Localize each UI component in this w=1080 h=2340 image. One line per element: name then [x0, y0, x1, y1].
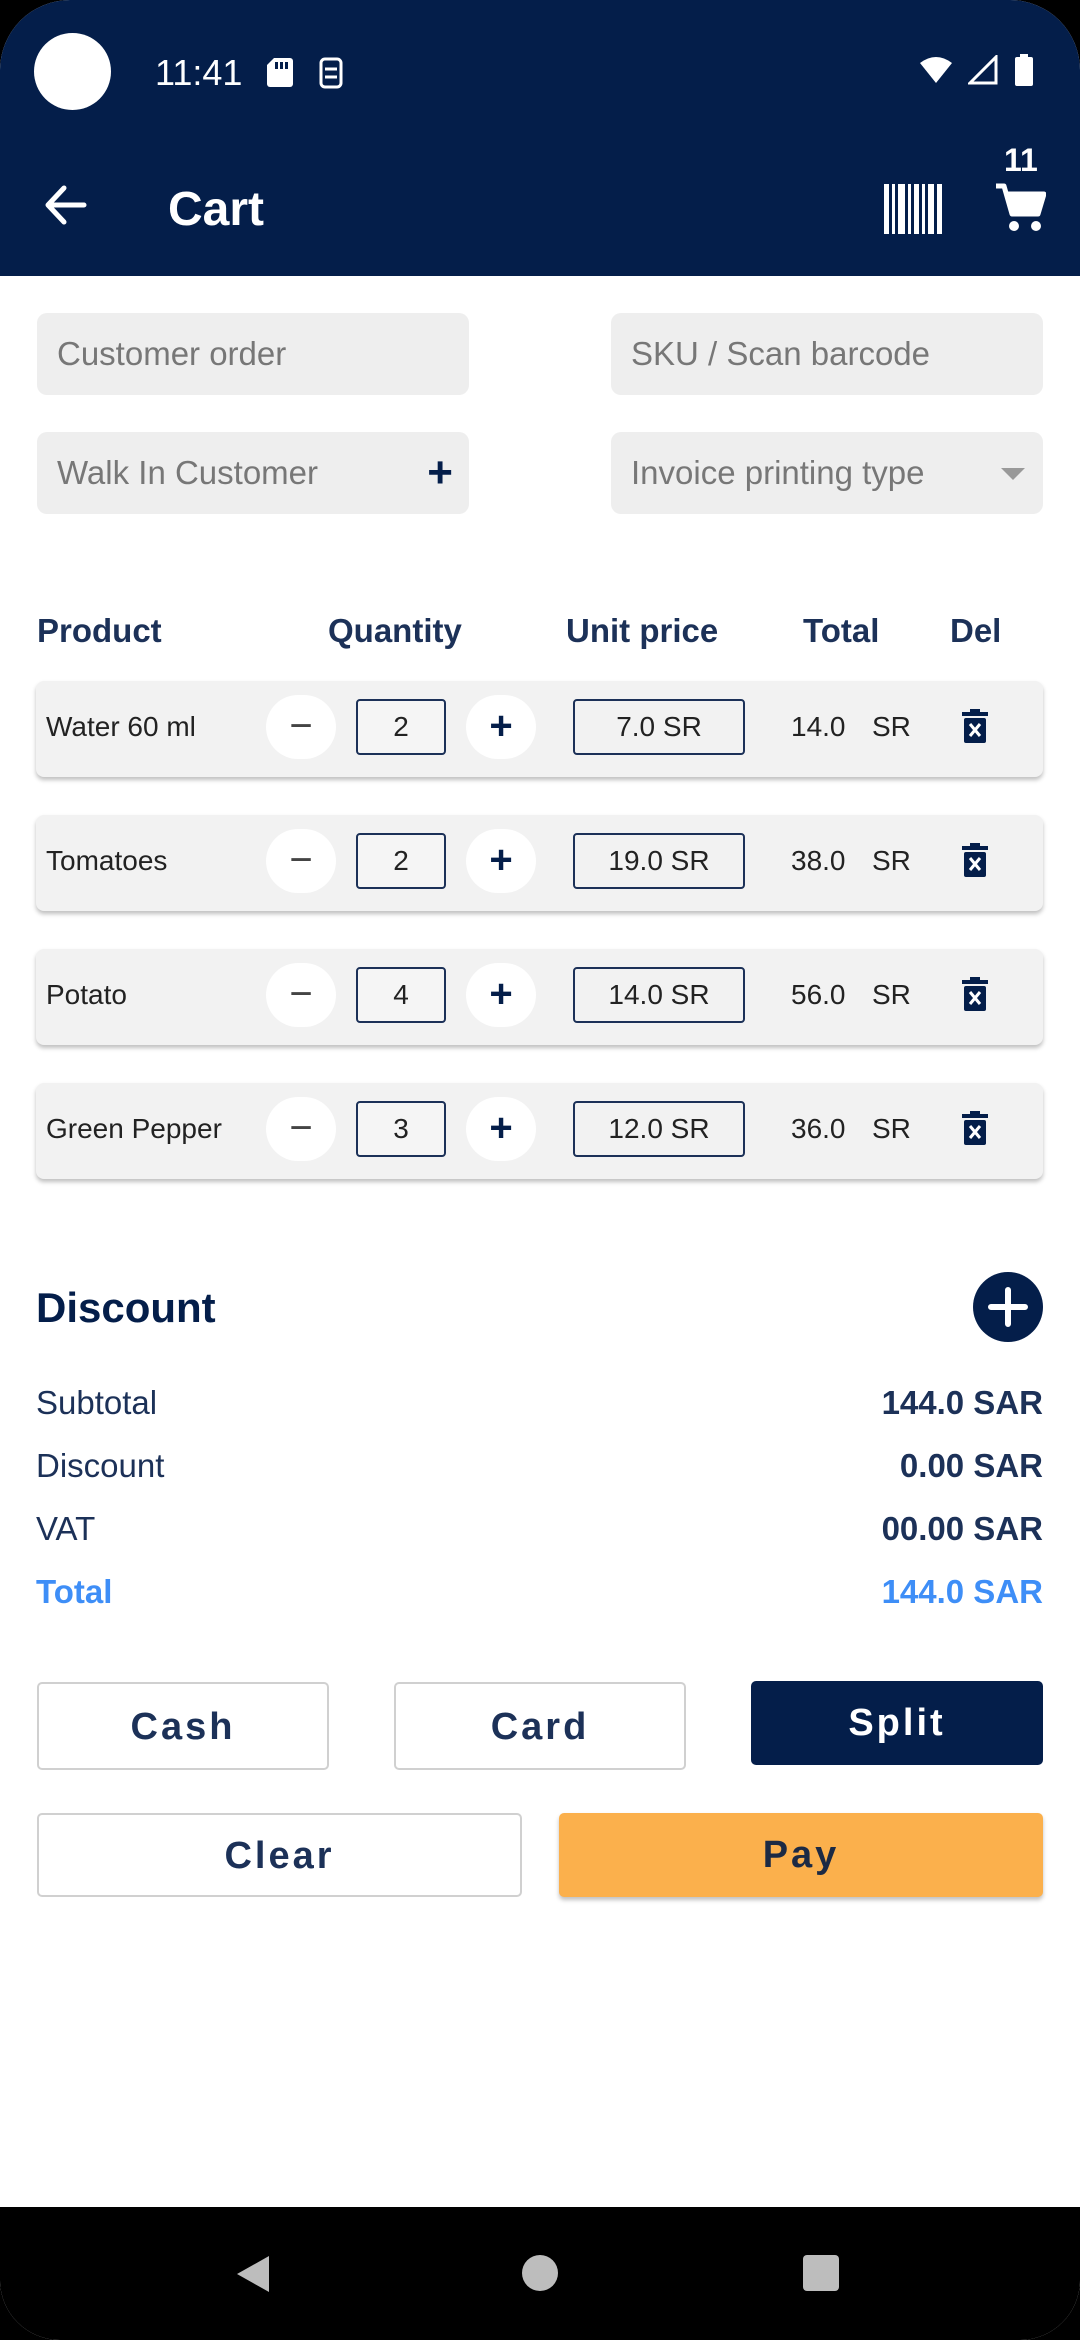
subtotal-label: Subtotal [36, 1384, 158, 1421]
barcode-scan-icon[interactable] [884, 184, 942, 234]
page-title: Cart [168, 183, 265, 236]
decrease-quantity-button[interactable]: − [266, 963, 336, 1027]
decrease-quantity-button[interactable]: − [266, 695, 336, 759]
camera-cutout [34, 33, 111, 110]
wifi-icon [920, 57, 952, 83]
line-currency: SR [872, 1113, 911, 1144]
discount-heading: Discount [36, 1284, 216, 1331]
quantity-field[interactable]: 2 [356, 833, 446, 889]
nav-recents-icon[interactable] [803, 2255, 839, 2291]
nav-home-icon[interactable] [522, 2255, 558, 2291]
subtotal-value: 144.0 SAR [881, 1384, 1043, 1421]
increase-quantity-button[interactable]: + [466, 829, 536, 893]
sync-icon [319, 57, 343, 89]
nav-back-icon[interactable] [237, 2256, 269, 2292]
signal-icon [968, 55, 998, 85]
table-row: Tomatoes − 2 + 19.0 SR 38.0 SR [36, 815, 1043, 911]
delete-trash-icon[interactable] [962, 843, 988, 877]
battery-icon [1015, 54, 1033, 86]
line-total: 38.0 [791, 845, 846, 876]
table-row: Water 60 ml − 2 + 7.0 SR 14.0 SR [36, 681, 1043, 777]
customer-value: Walk In Customer [57, 454, 319, 491]
column-header-unit-price: Unit price [566, 612, 719, 649]
cart-count-badge: 11 [1004, 142, 1038, 178]
status-icons [918, 54, 1034, 86]
line-total: 36.0 [791, 1113, 846, 1144]
line-total: 14.0 [791, 711, 846, 742]
phone-screen: 11:41 Cart 11 Customer order SKU / Scan … [0, 0, 1080, 2340]
delete-trash-icon[interactable] [962, 1111, 988, 1145]
invoice-printing-type-dropdown[interactable]: Invoice printing type [611, 432, 1043, 514]
decrease-quantity-button[interactable]: − [266, 1097, 336, 1161]
line-currency: SR [872, 979, 911, 1010]
status-time: 11:41 [155, 52, 243, 93]
unit-price-field[interactable]: 7.0 SR [573, 699, 745, 755]
column-header-quantity: Quantity [328, 612, 462, 649]
card-button[interactable]: Card [394, 1682, 686, 1770]
app-header: 11:41 Cart 11 [0, 0, 1080, 276]
line-total: 56.0 [791, 979, 846, 1010]
pay-button[interactable]: Pay [559, 1813, 1043, 1897]
add-discount-icon[interactable] [973, 1272, 1043, 1342]
delete-trash-icon[interactable] [962, 977, 988, 1011]
unit-price-field[interactable]: 19.0 SR [573, 833, 745, 889]
delete-trash-icon[interactable] [962, 709, 988, 743]
product-name: Tomatoes [46, 845, 168, 876]
add-customer-icon[interactable]: + [427, 432, 453, 514]
shopping-cart-icon[interactable] [994, 182, 1046, 234]
customer-select[interactable]: Walk In Customer + [37, 432, 469, 514]
increase-quantity-button[interactable]: + [466, 695, 536, 759]
system-navigation-bar [0, 2207, 1080, 2340]
line-currency: SR [872, 711, 911, 742]
back-arrow-icon[interactable] [40, 180, 90, 230]
sd-card-icon [267, 58, 293, 87]
column-header-product: Product [37, 612, 162, 649]
table-row: Potato − 4 + 14.0 SR 56.0 SR [36, 949, 1043, 1045]
vat-label: VAT [36, 1510, 96, 1547]
invoice-type-placeholder: Invoice printing type [631, 454, 925, 491]
total-label: Total [36, 1573, 113, 1610]
product-name: Potato [46, 979, 127, 1010]
table-row: Green Pepper − 3 + 12.0 SR 36.0 SR [36, 1083, 1043, 1179]
quantity-field[interactable]: 2 [356, 699, 446, 755]
unit-price-field[interactable]: 12.0 SR [573, 1101, 745, 1157]
cash-button[interactable]: Cash [37, 1682, 329, 1770]
discount-label: Discount [36, 1447, 165, 1484]
increase-quantity-button[interactable]: + [466, 963, 536, 1027]
column-header-delete: Del [950, 612, 1002, 649]
product-name: Water 60 ml [46, 711, 196, 742]
product-name: Green Pepper [46, 1113, 222, 1144]
unit-price-field[interactable]: 14.0 SR [573, 967, 745, 1023]
split-button[interactable]: Split [751, 1681, 1043, 1765]
chevron-down-icon [1001, 468, 1025, 480]
line-currency: SR [872, 845, 911, 876]
vat-value: 00.00 SAR [881, 1510, 1043, 1547]
quantity-field[interactable]: 4 [356, 967, 446, 1023]
increase-quantity-button[interactable]: + [466, 1097, 536, 1161]
sku-barcode-input[interactable]: SKU / Scan barcode [611, 313, 1043, 395]
decrease-quantity-button[interactable]: − [266, 829, 336, 893]
column-header-total: Total [803, 612, 880, 649]
total-value: 144.0 SAR [881, 1573, 1043, 1610]
customer-order-input[interactable]: Customer order [37, 313, 469, 395]
quantity-field[interactable]: 3 [356, 1101, 446, 1157]
discount-value: 0.00 SAR [899, 1447, 1043, 1484]
clear-button[interactable]: Clear [37, 1813, 522, 1897]
